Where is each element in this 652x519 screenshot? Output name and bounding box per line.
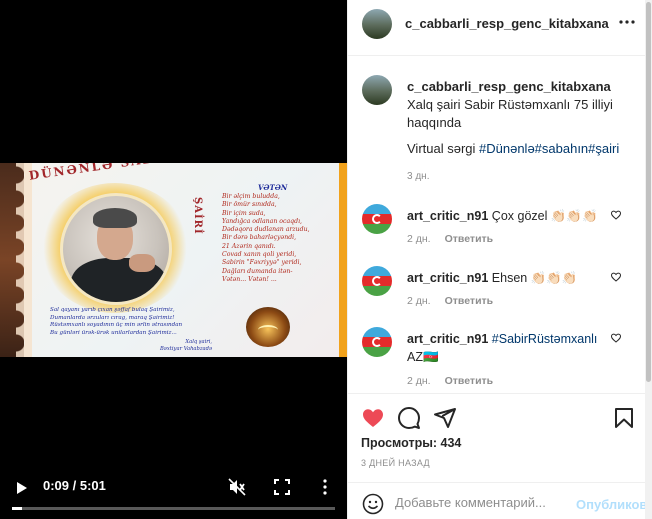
post-header: c_cabbarli_resp_genc_kitabxana — [348, 0, 646, 56]
video-frame: DÜNƏNLƏ SABAHIN ŞAİRİ VƏTƏN Bir əlçim bu… — [0, 163, 347, 357]
views-label: Просмотры: — [361, 436, 438, 450]
comment-icon[interactable] — [397, 406, 421, 430]
comment-text: art_critic_n91 Çox gözel 👏🏻👏🏻👏🏻 — [407, 207, 617, 225]
scrollbar[interactable] — [645, 0, 652, 519]
comment-item: art_critic_n91 Ehsen 👏🏻👏🏻👏🏻 2 дн. Ответит… — [348, 262, 646, 324]
avatar[interactable] — [362, 327, 392, 357]
comment-meta: 2 дн. Ответить — [407, 375, 507, 387]
heart-icon[interactable] — [610, 332, 622, 344]
post-timestamp: 3 ДНЕЙ НАЗАД — [361, 458, 430, 468]
video-progress-fill — [12, 507, 22, 510]
comment-meta: 2 дн. Ответить — [407, 233, 507, 245]
poster-border-right — [339, 163, 347, 357]
poster-border — [0, 163, 32, 357]
comment-username[interactable]: art_critic_n91 — [407, 271, 488, 285]
video-controls: 0:09 / 5:01 — [0, 472, 347, 519]
post-sidebar: c_cabbarli_resp_genc_kitabxana c_cabbarl… — [347, 0, 652, 519]
scrollbar-thumb[interactable] — [646, 2, 651, 382]
share-icon[interactable] — [433, 406, 457, 430]
heart-icon[interactable] — [361, 406, 385, 430]
comment-time: 2 дн. — [407, 295, 431, 307]
comment-text-extra: AZ🇦🇿 — [407, 350, 439, 364]
views-count[interactable]: Просмотры: 434 — [361, 436, 461, 450]
comment-text: art_critic_n91 Ehsen 👏🏻👏🏻👏🏻 — [407, 269, 617, 287]
comment-item: art_critic_n91 #SabirRüstəmxanlı AZ🇦🇿 2 д… — [348, 323, 646, 387]
fullscreen-icon[interactable] — [273, 478, 291, 496]
caption-username[interactable]: c_cabbarli_resp_genc_kitabxana — [407, 79, 611, 94]
poster-prose: Sal qayanı yarıb çıxan şəffaf bulaq Şair… — [50, 307, 183, 336]
comment-body: Ehsen 👏🏻👏🏻👏🏻 — [491, 271, 578, 285]
comment-username[interactable]: art_critic_n91 — [407, 332, 488, 346]
comment-text: art_critic_n91 #SabirRüstəmxanlı AZ🇦🇿 — [407, 330, 617, 366]
post-caption: c_cabbarli_resp_genc_kitabxana Xalq şair… — [348, 57, 646, 197]
poster-portrait — [60, 193, 172, 305]
comment-composer: Опубликовать — [348, 482, 652, 519]
caption-line2: Virtual sərgi #Dünənlə#sabahın#şairi — [407, 141, 619, 156]
views-number: 434 — [440, 436, 462, 450]
caption-text: c_cabbarli_resp_genc_kitabxana Xalq şair… — [407, 78, 637, 132]
poster-author: Xalq şairi, Bəxtiyar Vahabzadə — [160, 339, 213, 352]
comment-username[interactable]: art_critic_n91 — [407, 209, 488, 223]
caption-hashtags[interactable]: #Dünənlə#sabahın#şairi — [479, 141, 619, 156]
caption-time: 3 дн. — [407, 171, 430, 182]
video-time: 0:09 / 5:01 — [43, 478, 106, 493]
mute-icon[interactable] — [228, 478, 246, 496]
bookmark-icon[interactable] — [612, 406, 636, 430]
reply-button[interactable]: Ответить — [445, 295, 494, 307]
emoji-icon[interactable] — [362, 493, 384, 515]
play-icon[interactable] — [14, 480, 30, 496]
reply-button[interactable]: Ответить — [445, 233, 494, 245]
publish-button[interactable]: Опубликовать — [576, 497, 652, 512]
comment-meta: 2 дн. Ответить — [407, 295, 507, 307]
comment-body[interactable]: #SabirRüstəmxanlı — [492, 332, 598, 346]
comment-time: 2 дн. — [407, 375, 431, 387]
avatar[interactable] — [362, 9, 392, 39]
reply-button[interactable]: Ответить — [445, 375, 494, 387]
poster-poem-title: VƏTƏN — [258, 183, 288, 192]
heart-icon[interactable] — [610, 271, 622, 283]
avatar[interactable] — [362, 266, 392, 296]
poster-title: DÜNƏNLƏ SABAHIN — [28, 163, 200, 183]
post-username[interactable]: c_cabbarli_resp_genc_kitabxana — [405, 16, 609, 31]
poster-title-vertical: ŞAİRİ — [192, 197, 203, 235]
caption-body: Xalq şairi Sabir Rüstəmxanlı 75 illiyi h… — [407, 97, 613, 130]
caption-prefix: Virtual sərgi — [407, 141, 480, 156]
avatar[interactable] — [362, 75, 392, 105]
poster-book-badge — [246, 307, 290, 347]
comment-body: Çox gözel 👏🏻👏🏻👏🏻 — [491, 209, 598, 223]
video-progress[interactable] — [12, 507, 335, 510]
avatar[interactable] — [362, 204, 392, 234]
comment-time: 2 дн. — [407, 233, 431, 245]
comment-item: art_critic_n91 Çox gözel 👏🏻👏🏻👏🏻 2 дн. Отв… — [348, 200, 646, 262]
heart-icon[interactable] — [610, 209, 622, 221]
more-horizontal-icon[interactable] — [618, 13, 636, 31]
video-player[interactable]: DÜNƏNLƏ SABAHIN ŞAİRİ VƏTƏN Bir əlçim bu… — [0, 0, 347, 519]
poster-poem: Bir əlçim buludda, Bir ömür sınıdda, Bir… — [222, 193, 310, 283]
more-vertical-icon[interactable] — [316, 478, 334, 496]
comment-input[interactable] — [395, 491, 575, 513]
